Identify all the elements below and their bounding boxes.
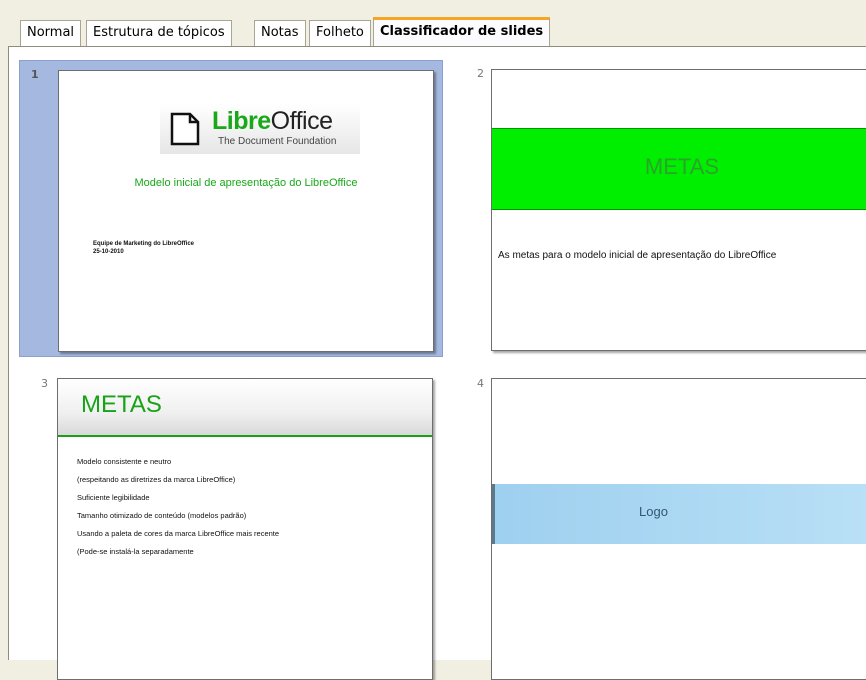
slide-sorter-pane[interactable]: 1 LibreOffice The Document Foundation Mo… xyxy=(9,47,866,680)
slide-slot-4[interactable]: 4 Logo xyxy=(471,369,866,680)
slide-bullet: Suficiente legibilidade xyxy=(77,493,150,502)
slide-slot-1[interactable]: 1 LibreOffice The Document Foundation Mo… xyxy=(19,60,443,357)
slide-slot-3[interactable]: 3 METAS Modelo consistente e neutro (res… xyxy=(19,369,443,680)
tab-notes[interactable]: Notas xyxy=(254,20,306,46)
slide-slot-2[interactable]: 2 METAS As metas para o modelo inicial d… xyxy=(471,60,866,357)
slide-title: METAS xyxy=(81,391,162,418)
logo-subtitle: The Document Foundation xyxy=(218,136,337,147)
slide-logo-label: Logo xyxy=(639,504,668,519)
slide-bullet: Modelo consistente e neutro xyxy=(77,457,172,466)
slide-date: 25-10-2010 xyxy=(93,249,124,255)
libreoffice-logo: LibreOffice The Document Foundation xyxy=(160,104,360,154)
slide-thumbnail-1[interactable]: LibreOffice The Document Foundation Mode… xyxy=(58,70,434,352)
slide-logo-band: Logo xyxy=(492,484,866,544)
slide-bullet: (respeitando as diretrizes da marca Libr… xyxy=(77,475,236,484)
logo-wordmark: LibreOffice xyxy=(212,107,333,135)
tab-outline[interactable]: Estrutura de tópicos xyxy=(86,20,232,46)
slide-number: 4 xyxy=(477,377,484,390)
slide-thumbnail-2[interactable]: METAS As metas para o modelo inicial de … xyxy=(491,69,866,351)
slide-author: Equipe de Marketing do LibreOffice xyxy=(93,241,195,247)
slide-thumbnail-4[interactable]: Logo xyxy=(491,378,866,680)
slide-bullet: Tamanho otimizado de conteúdo (modelos p… xyxy=(77,511,247,520)
slide-body-text: As metas para o modelo inicial de aprese… xyxy=(498,250,777,261)
slide-bullet: (Pode-se instalá-la separadamente xyxy=(77,547,194,556)
slide-number: 1 xyxy=(31,68,39,81)
slide-thumbnail-3[interactable]: METAS Modelo consistente e neutro (respe… xyxy=(57,378,433,680)
slide-title: Modelo inicial de apresentação do LibreO… xyxy=(134,177,358,189)
document-icon xyxy=(170,112,200,146)
slide-title-band: METAS xyxy=(492,128,866,210)
slide-title-header: METAS xyxy=(58,379,432,437)
tab-normal[interactable]: Normal xyxy=(20,20,82,46)
slide-bullet: Usando a paleta de cores da marca LibreO… xyxy=(77,529,280,538)
tab-slide-sorter[interactable]: Classificador de slides xyxy=(373,17,551,47)
slide-title: METAS xyxy=(644,154,720,179)
slide-number: 2 xyxy=(477,67,484,80)
tab-handout[interactable]: Folheto xyxy=(309,20,371,46)
view-tab-bar: Normal Estrutura de tópicos Notas Folhet… xyxy=(0,0,866,48)
slide-number: 3 xyxy=(41,377,48,390)
